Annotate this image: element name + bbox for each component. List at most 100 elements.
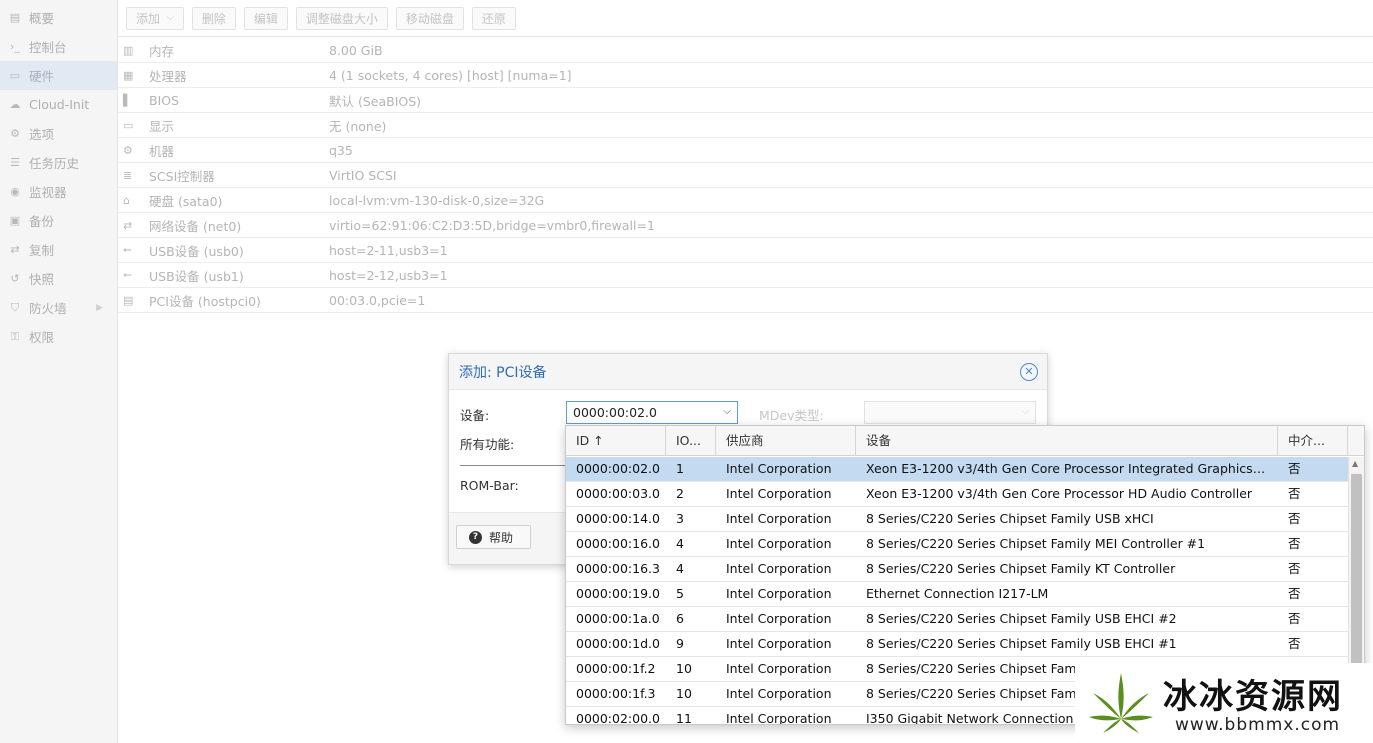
sidebar-item-label: 备份: [29, 214, 55, 229]
cell-id: 0000:00:19.0: [576, 586, 660, 601]
cell-mediated: 否: [1288, 536, 1301, 551]
hardware-name: 显示: [149, 118, 175, 134]
help-button[interactable]: ? 帮助: [456, 525, 531, 549]
scroll-up-icon[interactable]: ▲: [1352, 459, 1358, 468]
column-header-mediated[interactable]: 中介...: [1278, 426, 1348, 456]
column-header-device[interactable]: 设备: [856, 426, 1278, 456]
sidebar-item-2[interactable]: ▭ 硬件: [0, 61, 117, 90]
hardware-value: 00:03.0,pcie=1: [329, 292, 426, 308]
cell-vendor: Intel Corporation: [726, 636, 832, 651]
table-row[interactable]: 0000:00:03.0 2 Intel Corporation Xeon E3-12…: [566, 482, 1348, 507]
device-combobox[interactable]: 0000:00:02.0 ⌵: [566, 401, 738, 424]
sidebar-item-5[interactable]: ☰ 任务历史: [0, 148, 117, 177]
hardware-row[interactable]: ▌ BIOS 默认 (SeaBIOS): [118, 88, 1373, 113]
close-icon[interactable]: ✕: [1020, 363, 1038, 381]
revert-button[interactable]: 还原: [471, 6, 516, 30]
cell-device: 8 Series/C220 Series Chipset Family USB …: [866, 636, 1177, 651]
cell-vendor: Intel Corporation: [726, 661, 832, 676]
sidebar-item-7[interactable]: ▣ 备份: [0, 206, 117, 235]
help-button-label: 帮助: [489, 530, 514, 545]
resize-disk-button[interactable]: 调整磁盘大小: [295, 6, 388, 30]
hardware-value: 默认 (SeaBIOS): [329, 93, 422, 109]
hardware-row[interactable]: ≣ SCSI控制器 VirtIO SCSI: [118, 163, 1373, 188]
hardware-row[interactable]: ⭠ USB设备 (usb1) host=2-12,usb3=1: [118, 263, 1373, 288]
sidebar-item-8[interactable]: ⇄ 复制: [0, 235, 117, 264]
table-row[interactable]: 0000:00:14.0 3 Intel Corporation 8 Series/C…: [566, 507, 1348, 532]
hardware-name: USB设备 (usb0): [149, 243, 244, 259]
table-row[interactable]: 0000:00:16.0 4 Intel Corporation 8 Series/C…: [566, 532, 1348, 557]
desktop-icon: ▭: [9, 69, 21, 82]
eye-icon: ◉: [10, 185, 20, 198]
cell-iommu-group: 5: [676, 586, 684, 601]
sidebar-item-1[interactable]: ›_ 控制台: [0, 32, 117, 61]
sidebar-item-6[interactable]: ◉ 监视器: [0, 177, 117, 206]
cell-vendor: Intel Corporation: [726, 611, 832, 626]
chevron-down-icon[interactable]: ⌵: [723, 406, 731, 417]
all-functions-label: 所有功能:: [460, 437, 515, 452]
mdev-type-combobox[interactable]: ⌵: [864, 401, 1036, 424]
sidebar-item-label: 复制: [29, 243, 55, 258]
hardware-row[interactable]: ⌂ 硬盘 (sata0) local-lvm:vm-130-disk-0,size=…: [118, 188, 1373, 213]
column-header-id[interactable]: ID ↑: [566, 426, 666, 456]
hardware-row[interactable]: ▥ 内存 8.00 GiB: [118, 38, 1373, 63]
device-label: 设备:: [460, 408, 490, 423]
hardware-value: 4 (1 sockets, 4 cores) [host] [numa=1]: [329, 67, 572, 83]
hardware-row[interactable]: ⇄ 网络设备 (net0) virtio=62:91:06:C2:D3:5D,bri…: [118, 213, 1373, 238]
divider: [460, 465, 570, 466]
hardware-row[interactable]: ▭ 显示 无 (none): [118, 113, 1373, 138]
table-row[interactable]: 0000:00:02.0 1 Intel Corporation Xeon E3-12…: [566, 457, 1348, 482]
cell-vendor: Intel Corporation: [726, 486, 832, 501]
watermark-title: 冰冰资源网: [1163, 677, 1343, 717]
hardware-value: virtio=62:91:06:C2:D3:5D,bridge=vmbr0,fi…: [329, 217, 655, 233]
add-button[interactable]: 添加 ⌵: [126, 6, 184, 30]
sidebar-item-3[interactable]: ☁ Cloud-Init: [0, 90, 117, 119]
cell-id: 0000:02:00.0: [576, 711, 660, 725]
cell-device: Ethernet Connection I217-LM: [866, 586, 1049, 601]
floppy-icon: ▣: [9, 214, 21, 227]
cell-mediated: 否: [1288, 486, 1301, 501]
history-icon: ↺: [10, 272, 20, 285]
chevron-down-icon: ⌵: [167, 13, 174, 23]
cell-vendor: Intel Corporation: [726, 586, 832, 601]
cannabis-leaf-icon: [1089, 673, 1153, 733]
hardware-name: 网络设备 (net0): [149, 218, 242, 234]
watermark: 冰冰资源网 www.bbmmx.com: [1075, 663, 1373, 743]
dialog-header[interactable]: 添加: PCI设备: [449, 354, 1047, 390]
cell-vendor: Intel Corporation: [726, 511, 832, 526]
move-disk-button[interactable]: 移动磁盘: [395, 6, 464, 30]
hardware-row[interactable]: ▦ 处理器 4 (1 sockets, 4 cores) [host] [numa=…: [118, 63, 1373, 88]
cell-id: 0000:00:02.0: [576, 461, 660, 476]
column-header-iommu[interactable]: IO...: [666, 426, 716, 456]
sidebar-item-11[interactable]: ⚿ 权限: [0, 322, 117, 351]
sidebar-item-0[interactable]: ▤ 概要: [0, 3, 117, 32]
chevron-right-icon: ▶: [96, 302, 103, 313]
table-row[interactable]: 0000:00:19.0 5 Intel Corporation Ethernet C…: [566, 582, 1348, 607]
table-row[interactable]: 0000:00:1a.0 6 Intel Corporation 8 Series/C…: [566, 607, 1348, 632]
cell-mediated: 否: [1288, 561, 1301, 576]
sidebar-item-10[interactable]: ⛉ 防火墙 ▶: [0, 293, 117, 322]
table-row[interactable]: 0000:00:16.3 4 Intel Corporation 8 Series/C…: [566, 557, 1348, 582]
cell-mediated: 否: [1288, 461, 1301, 476]
cell-mediated: 否: [1288, 511, 1301, 526]
edit-button[interactable]: 编辑: [243, 6, 288, 30]
cell-id: 0000:00:1d.0: [576, 636, 660, 651]
hdd-icon: ⌂: [123, 193, 130, 207]
hardware-row[interactable]: ⭠ USB设备 (usb0) host=2-11,usb3=1: [118, 238, 1373, 263]
cell-id: 0000:00:03.0: [576, 486, 660, 501]
cogs-icon: ⚙: [123, 143, 133, 157]
column-header-vendor[interactable]: 供应商: [716, 426, 856, 456]
memory-icon: ▥: [123, 43, 134, 57]
hardware-row[interactable]: ▤ PCI设备 (hostpci0) 00:03.0,pcie=1: [118, 288, 1373, 313]
delete-button[interactable]: 删除: [191, 6, 236, 30]
sidebar-item-9[interactable]: ↺ 快照: [0, 264, 117, 293]
hardware-row[interactable]: ⚙ 机器 q35: [118, 138, 1373, 163]
shield-icon: ⛉: [10, 300, 20, 314]
cloud-icon: ☁: [9, 98, 21, 111]
hardware-name: 硬盘 (sata0): [149, 193, 223, 209]
sidebar-item-label: 防火墙: [29, 301, 67, 316]
sidebar-item-4[interactable]: ⚙ 选项: [0, 119, 117, 148]
cell-device: Xeon E3-1200 v3/4th Gen Core Processor H…: [866, 486, 1253, 501]
table-row[interactable]: 0000:00:1d.0 9 Intel Corporation 8 Series/C…: [566, 632, 1348, 657]
hardware-value: VirtIO SCSI: [329, 167, 397, 183]
sidebar-item-label: 概要: [29, 11, 55, 26]
